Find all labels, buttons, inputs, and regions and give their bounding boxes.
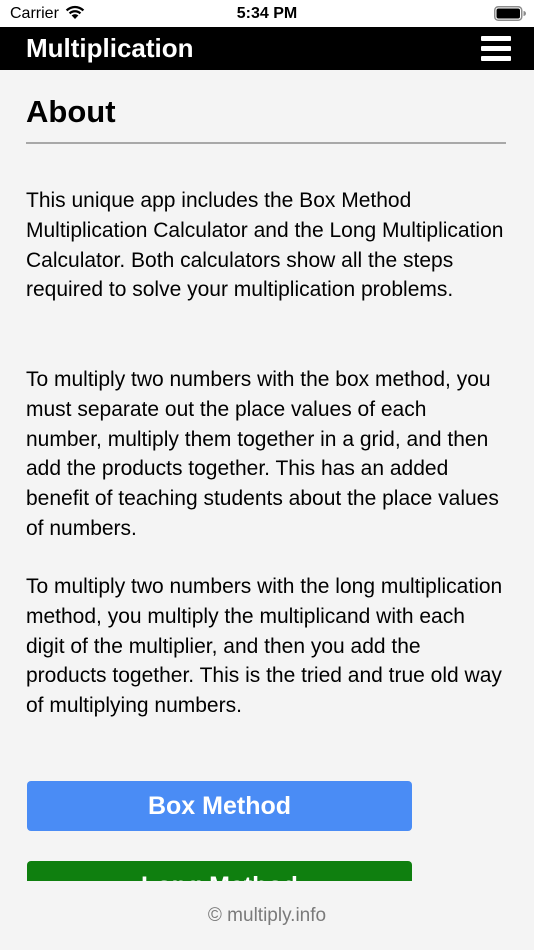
title-divider [26, 142, 506, 144]
status-time: 5:34 PM [236, 5, 298, 22]
box-method-button[interactable]: Box Method [27, 781, 412, 831]
about-paragraph-2: To multiply two numbers with the box met… [26, 368, 499, 540]
nav-bar: Multiplication [0, 27, 534, 70]
menu-bar-line [481, 36, 511, 41]
footer-copyright: © multiply.info [207, 905, 327, 926]
about-paragraph-3: To multiply two numbers with the long mu… [26, 575, 503, 718]
screen: Carrier 5:34 PM Multiplication About Thi… [0, 0, 534, 950]
content-scroll-area[interactable]: About This unique app includes the Box M… [0, 70, 534, 881]
footer: © multiply.info [0, 881, 534, 950]
long-method-button[interactable]: Long Method [27, 861, 412, 881]
menu-bar-line [481, 46, 511, 51]
hamburger-menu-icon[interactable] [481, 36, 513, 62]
app-title: Multiplication [26, 33, 194, 63]
about-paragraph-1: This unique app includes the Box Method … [26, 189, 504, 302]
menu-bar-line [481, 56, 511, 61]
status-bar: Carrier 5:34 PM [0, 0, 534, 27]
page-title: About [26, 94, 116, 129]
battery-icon [494, 6, 526, 21]
